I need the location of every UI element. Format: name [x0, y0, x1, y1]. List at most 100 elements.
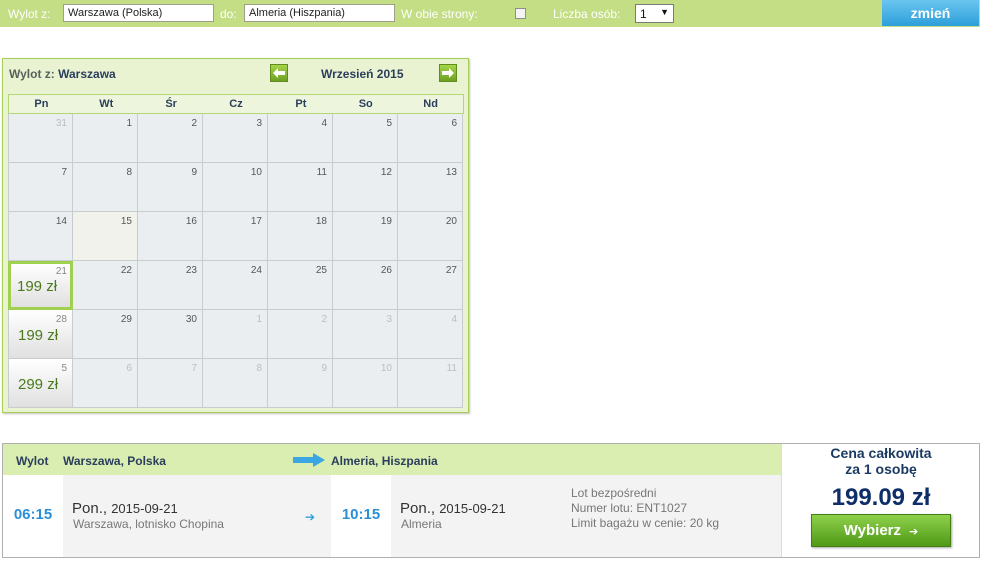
day-number: 30: [185, 314, 197, 325]
day-number: 22: [120, 265, 132, 276]
calendar-weeks: 31 1 2 3 4 5 6 7 8 9 10 11 12 13 14 15 16 17 18 19 20 21 199 z…: [8, 114, 464, 408]
day-number: 1: [126, 118, 132, 129]
arrival-time-cell: 10:15: [331, 475, 391, 557]
day-number: 5: [61, 363, 67, 374]
calendar-day: 6: [398, 114, 463, 163]
flight-direction-label: Wylot: [16, 454, 49, 468]
flight-type: Lot bezpośredni: [571, 486, 657, 500]
weekday-header: Pt: [295, 98, 307, 110]
day-number: 28: [55, 314, 67, 325]
calendar-day: 22: [73, 261, 138, 310]
day-number: 7: [61, 167, 67, 178]
passengers-select[interactable]: 1 ▼: [635, 4, 674, 23]
day-number: 11: [446, 363, 457, 374]
dropdown-arrow-icon: ▼: [660, 7, 669, 17]
calendar-header: Wylot z: Warszawa: [9, 67, 116, 81]
calendar-day: 15: [73, 212, 138, 261]
weekday-header: Wt: [99, 98, 114, 110]
weekday-header: Nd: [423, 98, 438, 110]
calendar-grid: Pn Wt Śr Cz Pt So Nd 31 1 2 3 4 5 6 7 8 9 10 11 12 13 14 15 16…: [8, 94, 464, 408]
day-number: 20: [445, 216, 457, 227]
calendar-day: 12: [333, 163, 398, 212]
day-number: 19: [380, 216, 392, 227]
calendar-day: 4: [398, 310, 463, 359]
roundtrip-checkbox[interactable]: [515, 8, 526, 19]
day-number: 12: [380, 167, 392, 178]
to-input[interactable]: Almeria (Hiszpania): [244, 4, 395, 22]
calendar-day: 14: [8, 212, 73, 261]
day-price: 299 zł: [18, 376, 59, 393]
calendar-day: 24: [203, 261, 268, 310]
day-number: 31: [55, 118, 67, 129]
calendar-day-with-price[interactable]: 5 299 zł: [8, 359, 73, 408]
calendar-day: 10: [333, 359, 398, 408]
day-number: 16: [185, 216, 197, 227]
departure-airport: Warszawa, lotnisko Chopina: [73, 517, 224, 531]
flight-result: Wylot Warszawa, Polska Almeria, Hiszpani…: [2, 443, 980, 558]
calendar-day: 5: [333, 114, 398, 163]
calendar-day: 6: [73, 359, 138, 408]
flight-number: Numer lotu: ENT1027: [571, 501, 688, 515]
calendar-day-with-price[interactable]: 28 199 zł: [8, 310, 73, 359]
day-number: 10: [250, 167, 262, 178]
departure-time-cell: 06:15: [3, 475, 63, 557]
baggage-limit: Limit bagażu w cenie: 20 kg: [571, 516, 720, 530]
calendar-day: 9: [138, 163, 203, 212]
flight-origin: Warszawa, Polska: [63, 454, 166, 468]
calendar-day: 18: [268, 212, 333, 261]
calendar-day: 4: [268, 114, 333, 163]
day-number: 25: [315, 265, 327, 276]
calendar-day: 11: [268, 163, 333, 212]
calendar-day-with-price[interactable]: 21 199 zł: [8, 261, 73, 310]
calendar-day: 26: [333, 261, 398, 310]
arrow-right-icon: ➔: [909, 526, 919, 538]
calendar-week: 28 199 zł 29 30 1 2 3 4: [8, 310, 464, 359]
calendar-day: 10: [203, 163, 268, 212]
flight-details: 06:15 Pon., 2015-09-21 Warszawa, lotnisk…: [3, 475, 781, 557]
day-price: 199 zł: [17, 278, 58, 295]
calendar-day: 27: [398, 261, 463, 310]
flight-info: Lot bezpośredni Numer lotu: ENT1027 Limi…: [571, 486, 719, 531]
day-number: 3: [386, 314, 392, 325]
day-number: 8: [256, 363, 262, 374]
change-search-button[interactable]: zmień: [882, 0, 979, 26]
calendar-day: 1: [73, 114, 138, 163]
calendar-day: 3: [203, 114, 268, 163]
calendar-departure-city: Warszawa: [58, 67, 116, 81]
select-flight-button[interactable]: Wybierz ➔: [811, 514, 951, 547]
departure-calendar: Wylot z: Warszawa Wrzesień 2015 Pn Wt Śr Cz…: [2, 58, 469, 413]
day-number: 14: [55, 216, 67, 227]
weekday-header: So: [358, 98, 373, 110]
day-number: 13: [445, 167, 457, 178]
day-number: 1: [256, 314, 262, 325]
calendar-week: 21 199 zł 22 23 24 25 26 27: [8, 261, 464, 310]
calendar-day: 16: [138, 212, 203, 261]
passengers-value: 1: [640, 7, 647, 21]
day-number: 6: [451, 118, 457, 129]
calendar-day: 8: [203, 359, 268, 408]
from-input[interactable]: Warszawa (Polska): [63, 4, 214, 22]
day-number: 2: [321, 314, 327, 325]
day-number: 9: [191, 167, 197, 178]
calendar-week: 5 299 zł 6 7 8 9 10 11: [8, 359, 464, 408]
total-price-label-line2: za 1 osobę: [845, 461, 917, 477]
day-number: 29: [120, 314, 132, 325]
arrival-time: 10:15: [341, 506, 381, 523]
day-number: 2: [191, 118, 197, 129]
next-month-button[interactable]: [439, 64, 457, 82]
arrow-right-icon: [442, 68, 454, 78]
day-number: 7: [191, 363, 197, 374]
day-number: 4: [451, 314, 457, 325]
calendar-day: 29: [73, 310, 138, 359]
calendar-day: 7: [138, 359, 203, 408]
prev-month-button[interactable]: [270, 64, 288, 82]
day-number: 10: [380, 363, 392, 374]
day-number: 8: [126, 167, 132, 178]
day-number: 6: [126, 363, 132, 374]
weekday-header: Pn: [34, 98, 49, 110]
from-label: Wylot z:: [8, 7, 51, 21]
to-label: do:: [220, 7, 237, 21]
calendar-day: 20: [398, 212, 463, 261]
calendar-day: 11: [398, 359, 463, 408]
small-arrow-right-icon: ➔: [305, 510, 316, 524]
